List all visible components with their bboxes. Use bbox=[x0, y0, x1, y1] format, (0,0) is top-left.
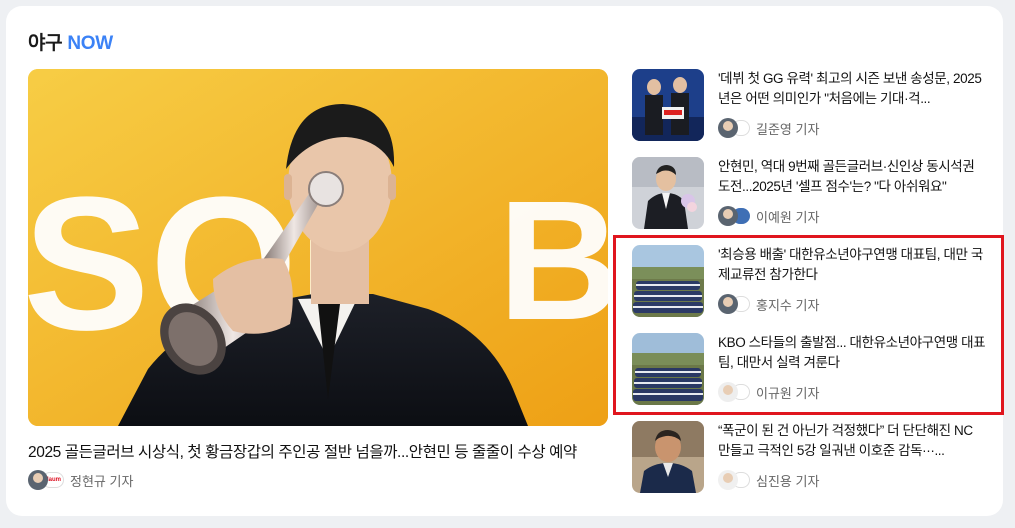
side-story-2[interactable]: 안현민, 역대 9번째 골든글러브·신인상 동시석권 도전...2025년 '셀… bbox=[632, 157, 992, 231]
side-story-4-image bbox=[632, 333, 704, 405]
main-story-byline: daum 정현규 기자 bbox=[28, 470, 133, 490]
award-players-photo bbox=[632, 69, 704, 141]
side-story-3-byline: 홍지수 기자 bbox=[718, 294, 819, 314]
section-title[interactable]: 야구 NOW bbox=[28, 28, 113, 55]
side-story-1-image bbox=[632, 69, 704, 141]
reporter-name[interactable]: 홍지수 기자 bbox=[756, 295, 819, 314]
section-title-accent: NOW bbox=[67, 33, 113, 54]
side-story-5-image bbox=[632, 421, 704, 493]
main-story-headline[interactable]: 2025 골든글러브 시상식, 첫 황금장갑의 주인공 절반 넘을까...안현민… bbox=[28, 440, 618, 462]
reporter-avatar bbox=[718, 294, 738, 314]
reporter-name[interactable]: 심진용 기자 bbox=[756, 471, 819, 490]
side-story-2-title: 안현민, 역대 9번째 골든글러브·신인상 동시석권 도전...2025년 '셀… bbox=[718, 159, 975, 194]
side-story-4-byline: 이규원 기자 bbox=[718, 382, 819, 402]
youth-team-photo bbox=[632, 333, 704, 405]
side-story-3-title: '최승용 배출' 대한유소년야구연맹 대표팀, 대만 국제교류전 참가한다 bbox=[718, 247, 983, 282]
reporter-avatar bbox=[718, 382, 738, 402]
reporter-name[interactable]: 길준영 기자 bbox=[756, 119, 819, 138]
side-story-2-byline: 이예원 기자 bbox=[718, 206, 819, 226]
reporter-avatar bbox=[718, 118, 738, 138]
svg-text:B: B bbox=[498, 166, 608, 356]
side-story-1[interactable]: '데뷔 첫 GG 유력' 최고의 시즌 보낸 송성문, 2025년은 어떤 의미… bbox=[632, 69, 992, 143]
player-smiling-photo bbox=[632, 157, 704, 229]
side-story-4-title: KBO 스타들의 출발점... 대한유소년야구연맹 대표팀, 대만서 실력 겨룬… bbox=[718, 335, 986, 370]
reporter-avatar bbox=[718, 206, 738, 226]
reporter-name[interactable]: 이규원 기자 bbox=[756, 383, 819, 402]
side-story-3[interactable]: '최승용 배출' 대한유소년야구연맹 대표팀, 대만 국제교류전 참가한다 홍지… bbox=[632, 245, 992, 319]
reporter-name[interactable]: 이예원 기자 bbox=[756, 207, 819, 226]
reporter-name[interactable]: 정현규 기자 bbox=[70, 471, 133, 490]
reporter-avatar bbox=[28, 470, 48, 490]
section-title-main: 야구 bbox=[28, 33, 63, 54]
side-story-5[interactable]: “폭군이 된 건 아닌가 걱정했다” 더 단단해진 NC 만들고 극적인 5강 … bbox=[632, 421, 992, 495]
side-story-1-title: '데뷔 첫 GG 유력' 최고의 시즌 보낸 송성문, 2025년은 어떤 의미… bbox=[718, 71, 982, 106]
youth-team-photo bbox=[632, 245, 704, 317]
side-story-3-image bbox=[632, 245, 704, 317]
side-story-2-image bbox=[632, 157, 704, 229]
player-trophy-photo: SOL B bbox=[28, 69, 608, 426]
side-story-5-byline: 심진용 기자 bbox=[718, 470, 819, 490]
main-story-image[interactable]: SOL B bbox=[28, 69, 608, 426]
side-story-4[interactable]: KBO 스타들의 출발점... 대한유소년야구연맹 대표팀, 대만서 실력 겨룬… bbox=[632, 333, 992, 407]
reporter-avatar bbox=[718, 470, 738, 490]
manager-portrait-photo bbox=[632, 421, 704, 493]
side-story-5-title: “폭군이 된 건 아닌가 걱정했다” 더 단단해진 NC 만들고 극적인 5강 … bbox=[718, 423, 973, 458]
side-story-1-byline: 길준영 기자 bbox=[718, 118, 819, 138]
